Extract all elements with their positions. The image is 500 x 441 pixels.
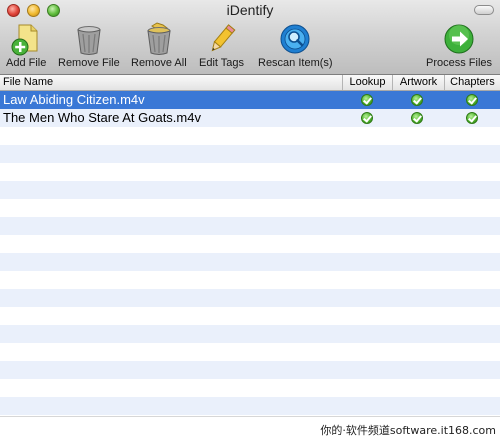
pencil-icon bbox=[206, 22, 238, 56]
remove-all-label: Remove All bbox=[131, 57, 187, 69]
artwork-check-icon bbox=[411, 112, 423, 124]
add-file-icon bbox=[10, 22, 42, 56]
row-stripe bbox=[0, 253, 500, 271]
lookup-check-icon bbox=[361, 94, 373, 106]
process-files-button[interactable]: Process Files bbox=[426, 22, 492, 72]
chapters-check-icon bbox=[466, 94, 478, 106]
row-stripe bbox=[0, 235, 500, 253]
file-list[interactable]: Law Abiding Citizen.m4v The Men Who Star… bbox=[0, 91, 500, 416]
row-stripe bbox=[0, 217, 500, 235]
row-stripe bbox=[0, 271, 500, 289]
row-stripe bbox=[0, 199, 500, 217]
row-stripe bbox=[0, 163, 500, 181]
row-stripe bbox=[0, 325, 500, 343]
row-stripe bbox=[0, 307, 500, 325]
remove-file-button[interactable]: Remove File bbox=[58, 22, 120, 72]
rescan-items-label: Rescan Item(s) bbox=[258, 57, 333, 69]
column-header-lookup[interactable]: Lookup bbox=[342, 75, 392, 90]
row-stripe bbox=[0, 361, 500, 379]
column-header-chapters[interactable]: Chapters bbox=[444, 75, 500, 90]
rescan-globe-icon bbox=[279, 22, 311, 56]
file-name-cell: Law Abiding Citizen.m4v bbox=[3, 92, 145, 107]
full-trash-icon bbox=[143, 22, 175, 56]
row-stripe bbox=[0, 127, 500, 145]
process-arrow-icon bbox=[443, 22, 475, 56]
table-header: File Name Lookup Artwork Chapters bbox=[0, 75, 500, 91]
row-stripe bbox=[0, 343, 500, 361]
add-file-button[interactable]: Add File bbox=[6, 22, 46, 72]
remove-file-label: Remove File bbox=[58, 57, 120, 69]
rescan-items-button[interactable]: Rescan Item(s) bbox=[258, 22, 333, 72]
window-title: iDentify bbox=[226, 2, 274, 18]
toolbar-toggle-button[interactable] bbox=[474, 5, 494, 15]
row-stripe bbox=[0, 379, 500, 397]
remove-all-button[interactable]: Remove All bbox=[131, 22, 187, 72]
column-header-artwork[interactable]: Artwork bbox=[392, 75, 444, 90]
file-name-cell: The Men Who Stare At Goats.m4v bbox=[3, 110, 201, 125]
column-header-file-name[interactable]: File Name bbox=[3, 75, 341, 90]
window-toolbar: iDentify Add File Remove File Remove All… bbox=[0, 0, 500, 75]
edit-tags-button[interactable]: Edit Tags bbox=[199, 22, 244, 72]
row-stripe bbox=[0, 289, 500, 307]
window-bottom: 你的·软件频道software.it168.com bbox=[0, 416, 500, 441]
watermark-text: 你的·软件频道software.it168.com bbox=[320, 424, 496, 437]
artwork-check-icon bbox=[411, 94, 423, 106]
row-stripe bbox=[0, 145, 500, 163]
table-row[interactable]: Law Abiding Citizen.m4v bbox=[0, 91, 500, 109]
process-files-label: Process Files bbox=[426, 57, 493, 69]
row-stripe bbox=[0, 181, 500, 199]
row-stripe bbox=[0, 397, 500, 415]
lookup-check-icon bbox=[361, 112, 373, 124]
edit-tags-label: Edit Tags bbox=[199, 57, 245, 69]
add-file-label: Add File bbox=[6, 57, 47, 69]
trash-icon bbox=[73, 22, 105, 56]
chapters-check-icon bbox=[466, 112, 478, 124]
table-row[interactable]: The Men Who Stare At Goats.m4v bbox=[0, 109, 500, 127]
